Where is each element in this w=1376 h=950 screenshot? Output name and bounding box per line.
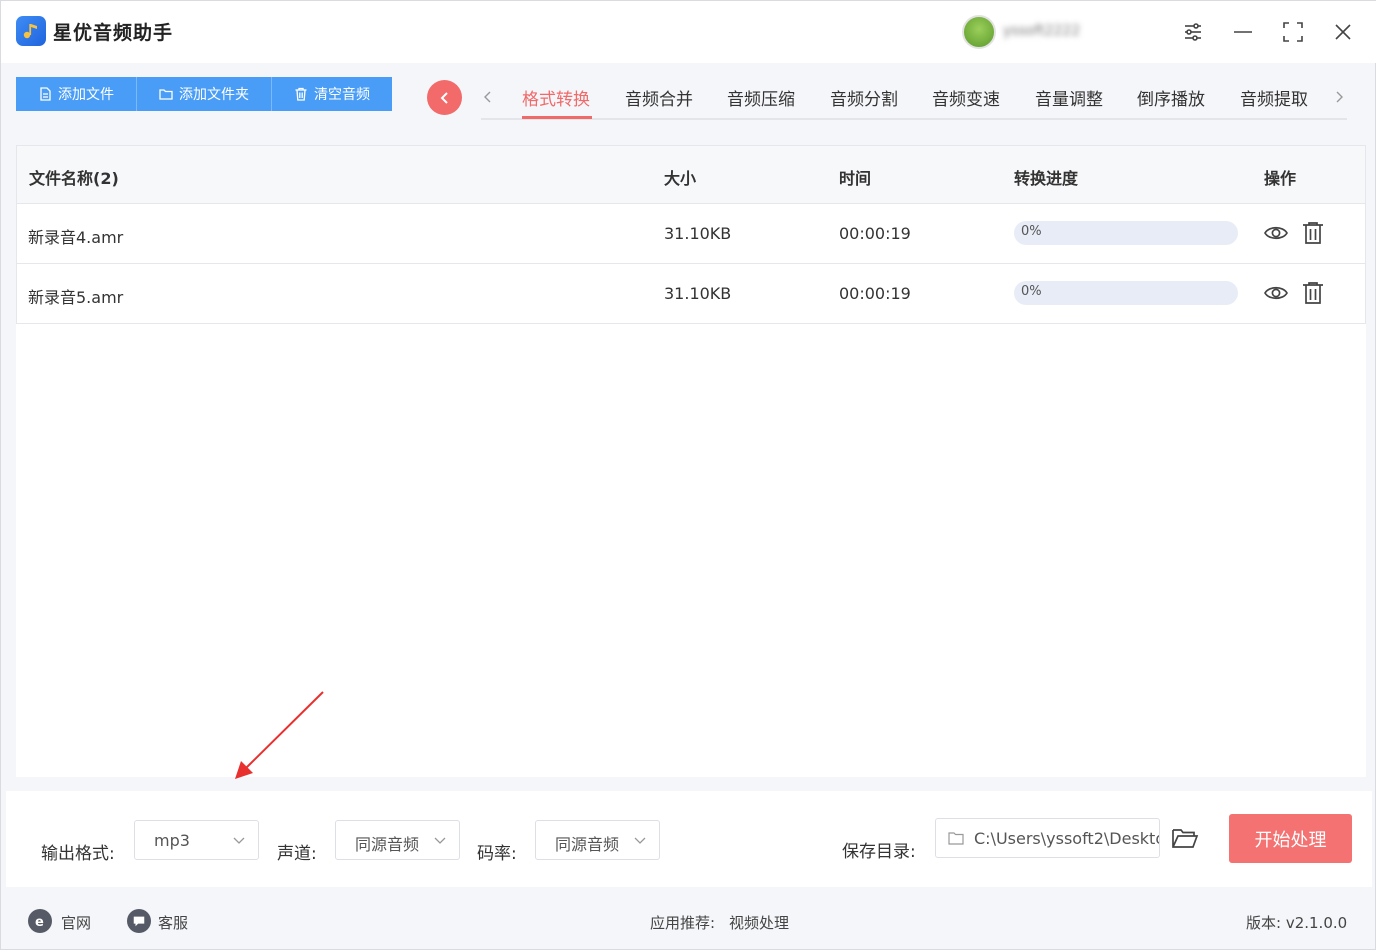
output-format-value: mp3 — [154, 831, 190, 850]
tab-audio-compress[interactable]: 音频压缩 — [727, 85, 795, 110]
file-list-panel: 文件名称(2) 大小 时间 转换进度 操作 新录音4.amr 31.10KB 0… — [16, 145, 1366, 777]
preview-button[interactable] — [1262, 220, 1290, 246]
support-icon[interactable] — [127, 909, 151, 933]
header-action: 操作 — [1264, 169, 1297, 188]
channel-select[interactable]: 同源音频 — [335, 820, 460, 860]
add-folder-button[interactable]: 添加文件夹 — [137, 77, 272, 111]
header-file-name: 文件名称(2) — [29, 169, 119, 188]
bitrate-label: 码率: — [477, 844, 517, 864]
eye-icon — [1264, 226, 1288, 240]
channel-label: 声道: — [277, 844, 317, 864]
file-toolbar: 添加文件 添加文件夹 清空音频 — [16, 77, 392, 111]
save-dir-label: 保存目录: — [842, 842, 916, 862]
table-row[interactable]: 新录音4.amr 31.10KB 00:00:19 0% — [16, 204, 1366, 264]
website-icon[interactable]: e — [28, 909, 52, 933]
active-tab-indicator — [522, 116, 592, 119]
file-icon — [40, 87, 51, 101]
back-button[interactable] — [427, 80, 462, 115]
eye-icon — [1264, 286, 1288, 300]
app-window: 星优音频助手 yssoft2222 添加文件 添加文件夹 清空音频 格式转换 音… — [0, 0, 1376, 950]
recommend-label: 应用推荐: — [650, 914, 716, 932]
close-icon — [1335, 24, 1351, 40]
close-button[interactable] — [1326, 15, 1360, 49]
cell-size: 31.10KB — [664, 284, 732, 303]
clear-audio-label: 清空音频 — [314, 87, 370, 103]
app-title: 星优音频助手 — [53, 22, 174, 44]
trash-icon — [1303, 282, 1323, 304]
settings-sliders-button[interactable] — [1176, 15, 1210, 49]
delete-button[interactable] — [1299, 280, 1327, 306]
preview-button[interactable] — [1262, 280, 1290, 306]
chevron-down-icon — [634, 837, 646, 844]
music-note-icon — [23, 24, 37, 39]
clear-audio-button[interactable]: 清空音频 — [272, 77, 392, 111]
cell-file-name: 新录音4.amr — [28, 228, 124, 247]
tab-reverse-play[interactable]: 倒序播放 — [1137, 85, 1205, 110]
bitrate-value: 同源音频 — [555, 835, 620, 854]
progress-bar: 0% — [1014, 281, 1238, 305]
tab-audio-extract[interactable]: 音频提取 — [1240, 85, 1308, 110]
progress-bar: 0% — [1014, 221, 1238, 245]
user-name[interactable]: yssoft2222 — [1003, 23, 1153, 41]
feature-tabs: 格式转换 音频合并 音频压缩 音频分割 音频变速 音量调整 倒序播放 音频提取 — [481, 79, 1347, 120]
add-folder-label: 添加文件夹 — [179, 87, 249, 103]
table-row[interactable]: 新录音5.amr 31.10KB 00:00:19 0% — [16, 264, 1366, 324]
user-avatar[interactable] — [962, 15, 996, 49]
chevron-down-icon — [233, 837, 245, 844]
tab-audio-merge[interactable]: 音频合并 — [625, 85, 693, 110]
support-link[interactable]: 客服 — [158, 912, 188, 933]
tab-audio-speed[interactable]: 音频变速 — [932, 85, 1000, 110]
tab-format-convert[interactable]: 格式转换 — [522, 85, 590, 110]
maximize-icon — [1283, 22, 1303, 42]
chevron-left-icon — [440, 91, 448, 104]
header-time: 时间 — [839, 169, 872, 188]
version-text: 版本: v2.1.0.0 — [1246, 914, 1348, 932]
app-logo — [16, 16, 46, 46]
cell-size: 31.10KB — [664, 224, 732, 243]
output-format-label: 输出格式: — [41, 844, 115, 864]
annotation-arrow-icon — [235, 691, 324, 779]
table-header: 文件名称(2) 大小 时间 转换进度 操作 — [16, 145, 1366, 204]
add-file-label: 添加文件 — [58, 87, 114, 103]
trash-icon — [295, 87, 307, 101]
chat-bubble-icon — [133, 916, 145, 927]
maximize-button[interactable] — [1276, 15, 1310, 49]
delete-button[interactable] — [1299, 220, 1327, 246]
open-folder-icon[interactable] — [1171, 825, 1199, 851]
tab-audio-split[interactable]: 音频分割 — [830, 85, 898, 110]
recommend-link[interactable]: 视频处理 — [729, 912, 789, 933]
minimize-button[interactable] — [1226, 15, 1260, 49]
output-format-select[interactable]: mp3 — [134, 820, 259, 860]
minimize-icon — [1234, 31, 1252, 33]
chevron-down-icon — [434, 837, 446, 844]
cell-time: 00:00:19 — [839, 224, 911, 243]
cell-file-name: 新录音5.amr — [28, 288, 124, 307]
website-link[interactable]: 官网 — [61, 912, 91, 933]
progress-text: 0% — [1021, 224, 1042, 239]
channel-value: 同源音频 — [355, 835, 420, 854]
sliders-icon — [1185, 23, 1201, 41]
save-dir-input[interactable]: C:\Users\yssoft2\Desktop — [935, 818, 1160, 858]
progress-text: 0% — [1021, 284, 1042, 299]
folder-icon — [159, 89, 173, 100]
tab-volume-adjust[interactable]: 音量调整 — [1035, 85, 1103, 110]
tab-scroll-right[interactable] — [1329, 85, 1349, 109]
bitrate-select[interactable]: 同源音频 — [535, 820, 660, 860]
header-size: 大小 — [664, 169, 697, 188]
add-file-button[interactable]: 添加文件 — [16, 77, 137, 111]
save-dir-value: C:\Users\yssoft2\Desktop — [974, 829, 1160, 848]
cell-time: 00:00:19 — [839, 284, 911, 303]
start-process-button[interactable]: 开始处理 — [1229, 814, 1352, 863]
header-progress: 转换进度 — [1014, 169, 1079, 188]
trash-icon — [1303, 222, 1323, 244]
folder-icon — [948, 832, 964, 845]
title-bar: 星优音频助手 yssoft2222 — [1, 1, 1376, 63]
svg-text:e: e — [35, 915, 44, 929]
chevron-right-icon — [1336, 91, 1343, 103]
ie-globe-icon: e — [35, 915, 44, 929]
